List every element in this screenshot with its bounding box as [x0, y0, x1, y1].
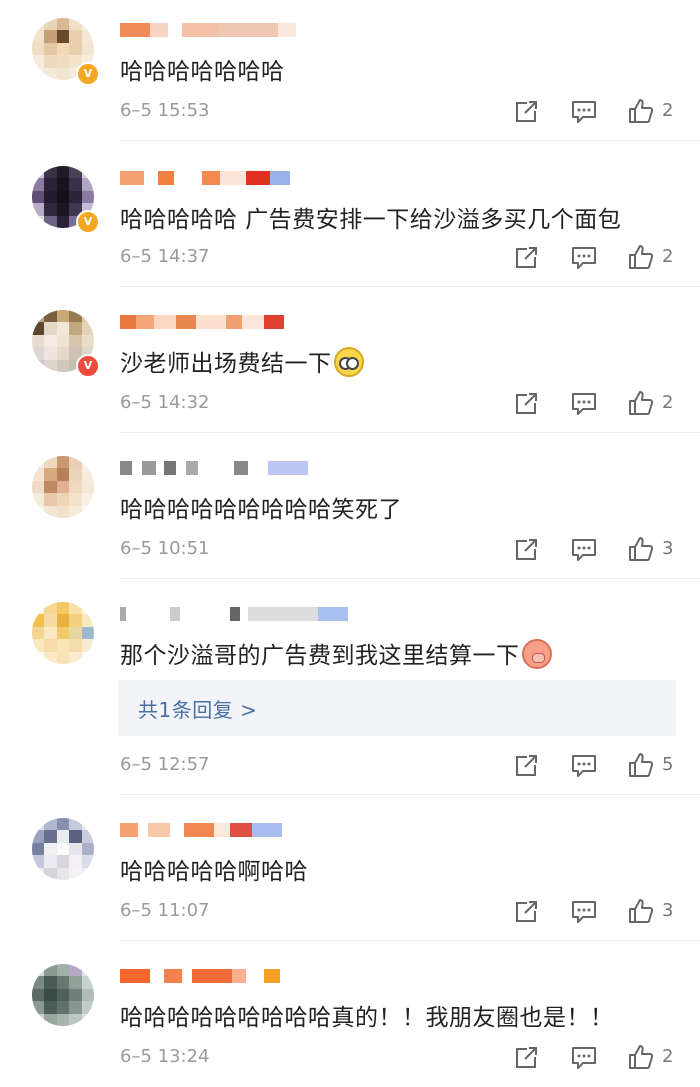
surprise-emoji	[333, 347, 364, 377]
comment-icon[interactable]	[570, 752, 598, 780]
comment-text: 那个沙溢哥的广告费到我这里结算一下	[120, 636, 552, 670]
comment-text: 哈哈哈哈哈 广告费安排一下给沙溢多买几个面包	[120, 207, 622, 233]
thumbs-up-icon[interactable]	[627, 389, 655, 417]
divider	[120, 794, 700, 795]
comment-text: 哈哈哈哈哈哈哈	[120, 59, 285, 85]
comment-item: V 哈哈哈哈哈 广告费安排一下给沙溢多买几个面包 6–5 14:37 2	[0, 146, 700, 287]
share-icon[interactable]	[512, 536, 540, 564]
avatar[interactable]	[32, 818, 94, 880]
like-count: 2	[662, 392, 674, 413]
comment-icon[interactable]	[570, 536, 598, 564]
comment-icon[interactable]	[570, 898, 598, 926]
comment-time: 6–5 14:32	[120, 392, 210, 413]
divider	[120, 578, 700, 579]
comment-time: 6–5 13:24	[120, 1046, 210, 1067]
comment-time: 6–5 14:37	[120, 246, 210, 267]
divider	[120, 940, 700, 941]
divider	[120, 432, 700, 433]
divider	[120, 140, 700, 141]
view-replies-link[interactable]: 共1条回复 >	[138, 694, 257, 723]
comment-item: 哈哈哈哈哈哈哈哈哈真的！！我朋友圈也是！！ 6–5 13:24 2	[0, 946, 700, 1087]
thumbs-up-icon[interactable]	[627, 243, 655, 271]
username[interactable]	[120, 968, 280, 984]
like-count: 3	[662, 538, 674, 559]
username[interactable]	[120, 314, 284, 330]
comment-icon[interactable]	[570, 244, 598, 272]
like-count: 3	[662, 900, 674, 921]
comment-text: 沙老师出场费结一下	[120, 344, 364, 378]
comment-icon[interactable]	[570, 98, 598, 126]
comment-item: 那个沙溢哥的广告费到我这里结算一下 共1条回复 > 6–5 12:57 5	[0, 584, 700, 795]
share-icon[interactable]	[512, 898, 540, 926]
reply-summary[interactable]: 共1条回复 >	[118, 680, 676, 736]
thumbs-up-icon[interactable]	[627, 897, 655, 925]
avatar[interactable]	[32, 964, 94, 1026]
comment-item: 哈哈哈哈哈啊哈哈 6–5 11:07 3	[0, 800, 700, 941]
share-icon[interactable]	[512, 1044, 540, 1072]
thumbs-up-icon[interactable]	[627, 1043, 655, 1071]
comment-time: 6–5 12:57	[120, 754, 210, 775]
verified-badge: V	[76, 62, 100, 86]
comment-item: V 哈哈哈哈哈哈哈 6–5 15:53 2	[0, 0, 700, 141]
thumbs-up-icon[interactable]	[627, 97, 655, 125]
comment-text: 哈哈哈哈哈哈哈哈哈真的！！我朋友圈也是！！	[120, 1005, 614, 1031]
comment-time: 6–5 10:51	[120, 538, 210, 559]
username[interactable]	[120, 822, 282, 838]
avatar[interactable]	[32, 602, 94, 664]
thumbs-up-icon[interactable]	[627, 535, 655, 563]
share-icon[interactable]	[512, 98, 540, 126]
like-count: 2	[662, 246, 674, 267]
comment-text: 哈哈哈哈哈哈哈哈哈笑死了	[120, 497, 402, 523]
comment-item: 哈哈哈哈哈哈哈哈哈笑死了 6–5 10:51 3	[0, 438, 700, 579]
divider	[120, 286, 700, 287]
share-icon[interactable]	[512, 244, 540, 272]
username[interactable]	[120, 170, 290, 186]
comment-icon[interactable]	[570, 390, 598, 418]
username[interactable]	[120, 22, 296, 38]
comment-time: 6–5 11:07	[120, 900, 210, 921]
verified-badge: V	[76, 354, 100, 378]
pig-emoji	[521, 639, 552, 669]
comment-text: 哈哈哈哈哈啊哈哈	[120, 859, 308, 885]
comment-item: V 沙老师出场费结一下 6–5 14:32 2	[0, 292, 700, 433]
username[interactable]	[120, 606, 348, 622]
username[interactable]	[120, 460, 308, 476]
share-icon[interactable]	[512, 752, 540, 780]
like-count: 5	[662, 754, 674, 775]
verified-badge: V	[76, 210, 100, 234]
like-count: 2	[662, 100, 674, 121]
share-icon[interactable]	[512, 390, 540, 418]
avatar[interactable]	[32, 456, 94, 518]
like-count: 2	[662, 1046, 674, 1067]
comment-icon[interactable]	[570, 1044, 598, 1072]
comment-time: 6–5 15:53	[120, 100, 210, 121]
thumbs-up-icon[interactable]	[627, 751, 655, 779]
